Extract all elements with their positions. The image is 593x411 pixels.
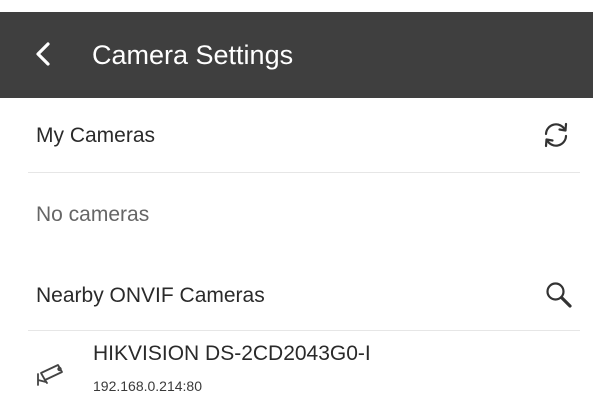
my-cameras-empty: No cameras bbox=[0, 173, 593, 253]
my-cameras-label: My Cameras bbox=[36, 124, 156, 147]
divider bbox=[28, 330, 580, 331]
my-cameras-header: My Cameras bbox=[0, 98, 593, 172]
refresh-icon bbox=[544, 122, 568, 148]
nearby-cameras-header: Nearby ONVIF Cameras bbox=[0, 253, 593, 330]
security-camera-icon bbox=[37, 364, 63, 386]
camera-settings-screen: Camera Settings My Cameras No cameras Ne… bbox=[0, 0, 593, 411]
no-cameras-text: No cameras bbox=[36, 203, 150, 226]
list-item-camera[interactable]: HIKVISION DS-2CD2043G0-I 192.168.0.214:8… bbox=[0, 332, 593, 411]
app-bar: Camera Settings bbox=[0, 12, 593, 98]
refresh-button[interactable] bbox=[540, 119, 572, 151]
search-icon bbox=[546, 282, 572, 308]
back-button[interactable] bbox=[22, 32, 66, 76]
search-button[interactable] bbox=[543, 279, 575, 311]
camera-name: HIKVISION DS-2CD2043G0-I bbox=[93, 342, 371, 365]
nearby-cameras-label: Nearby ONVIF Cameras bbox=[36, 284, 265, 307]
top-edge bbox=[0, 0, 593, 12]
chevron-left-icon bbox=[36, 42, 50, 66]
camera-address: 192.168.0.214:80 bbox=[93, 378, 202, 394]
page-title: Camera Settings bbox=[92, 40, 294, 70]
